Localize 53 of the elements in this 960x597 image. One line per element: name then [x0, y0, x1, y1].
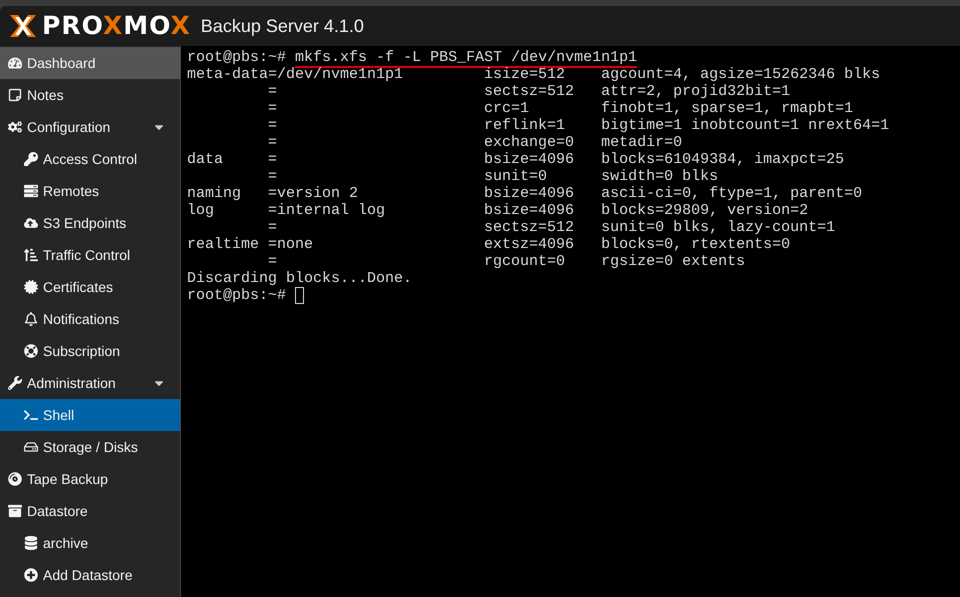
bars-icon — [24, 248, 38, 262]
hard-drive-icon — [24, 440, 38, 454]
sidebar-item[interactable]: Shell — [0, 399, 180, 431]
logo-text: PROXMOX — [42, 10, 191, 42]
terminal-line: meta-data=/dev/nvme1n1p1 isize=512 agcount=4, agsize=15262346 blks — [187, 66, 880, 83]
sidebar-item[interactable]: Traffic Control — [0, 239, 180, 271]
terminal-line: = reflink=1 bigtime=1 inobtcount=1 nrext64=1 — [267, 117, 890, 134]
terminal-line: realtime =none extsz=4096 blocks=0, rtextents=0 — [187, 236, 790, 253]
life-ring-icon — [24, 344, 38, 358]
terminal-line: = sectsz=512 attr=2, projid32bit=1 — [267, 83, 790, 100]
terminal-prompt: root@pbs:~# — [187, 287, 288, 304]
terminal-line: naming =version 2 bsize=4096 ascii-ci=0, ftype=1, parent=0 — [187, 185, 862, 202]
sidebar-item[interactable]: Administration — [0, 367, 180, 399]
terminal-prompt: root@pbs:~# — [187, 49, 288, 66]
terminal-line: log =internal log bsize=4096 blocks=29809, version=2 — [187, 202, 808, 219]
terminal-line: = rgcount=0 rgsize=0 extents — [267, 253, 746, 270]
sidebar-item[interactable]: Certificates — [0, 271, 180, 303]
sidebar-item[interactable]: Datastore — [0, 495, 180, 527]
tape-icon — [8, 472, 22, 486]
sidebar-item[interactable]: Notes — [0, 79, 180, 111]
terminal-command: mkfs.xfs -f -L PBS_FAST /dev/nvme1n1p1 — [295, 49, 638, 68]
sidebar-item[interactable]: Tape Backup — [0, 463, 180, 495]
terminal-cursor — [295, 287, 304, 304]
key-icon — [24, 152, 38, 166]
sidebar-item[interactable]: Remotes — [0, 175, 180, 207]
terminal-line: = sunit=0 swidth=0 blks — [267, 168, 718, 185]
bell-icon — [24, 312, 38, 326]
cloud-upload-icon — [24, 216, 38, 230]
sidebar-item[interactable]: archive — [0, 527, 180, 559]
database-icon — [24, 536, 38, 550]
server-stack-icon — [24, 184, 38, 198]
terminal-line: = crc=1 finobt=1, sparse=1, rmapbt=1 — [267, 100, 854, 117]
product-title: Backup Server 4.1.0 — [200, 14, 364, 38]
terminal-icon — [24, 408, 38, 422]
dashboard-gauge-icon — [8, 56, 22, 70]
sidebar-item[interactable]: Storage / Disks — [0, 431, 180, 463]
certificate-icon — [24, 280, 38, 294]
terminal-line: Discarding blocks...Done. — [187, 270, 412, 287]
terminal-line: data = bsize=4096 blocks=61049384, imaxpct=25 — [187, 151, 844, 168]
sidebar-item[interactable]: Notifications — [0, 303, 180, 335]
gears-icon — [8, 120, 22, 134]
wrench-icon — [8, 376, 22, 390]
terminal-line: = sectsz=512 sunit=0 blks, lazy-count=1 — [267, 219, 836, 236]
logo-x-icon — [8, 13, 38, 39]
terminal-line: = exchange=0 metadir=0 — [267, 134, 682, 151]
sidebar-item[interactable]: Add Datastore — [0, 559, 180, 591]
sidebar-item[interactable]: Subscription — [0, 335, 180, 367]
sidebar-item[interactable]: Access Control — [0, 143, 180, 175]
sidebar-item[interactable]: Configuration — [0, 111, 180, 143]
sidebar-item[interactable]: S3 Endpoints — [0, 207, 180, 239]
note-icon — [8, 88, 22, 102]
sidebar-item[interactable]: Dashboard — [0, 47, 180, 79]
archive-box-icon — [8, 504, 22, 518]
